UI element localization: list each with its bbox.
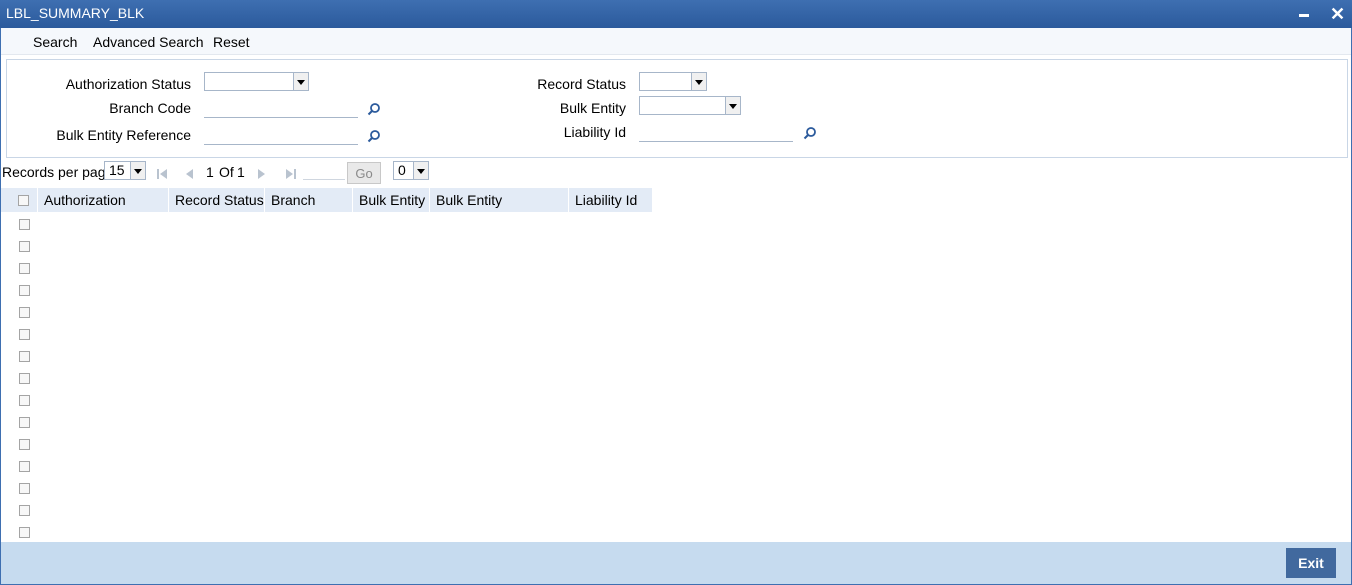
- goto-select[interactable]: 0: [393, 161, 429, 180]
- column-bulk-entity-reference[interactable]: Bulk Entity Reference: [430, 188, 569, 233]
- title-bar: LBL_SUMMARY_BLK ✕: [0, 0, 1352, 28]
- of-label: Of: [219, 164, 234, 180]
- current-page: 1: [206, 164, 214, 180]
- footer-bar: Exit: [1, 542, 1351, 584]
- liability-id-search-icon[interactable]: [803, 126, 817, 140]
- chevron-down-icon: [293, 73, 308, 90]
- table-row[interactable]: [1, 235, 1351, 258]
- liability-id-label: Liability Id: [563, 124, 626, 140]
- row-checkbox[interactable]: [19, 461, 30, 472]
- go-button[interactable]: Go: [347, 162, 381, 184]
- exit-button[interactable]: Exit: [1286, 548, 1336, 578]
- last-page-icon[interactable]: [285, 168, 297, 180]
- row-checkbox[interactable]: [19, 373, 30, 384]
- branch-code-search-icon[interactable]: [367, 102, 381, 116]
- chevron-down-icon: [725, 97, 740, 114]
- table-row[interactable]: [1, 213, 1351, 236]
- chevron-down-icon: [691, 73, 706, 90]
- row-checkbox[interactable]: [19, 439, 30, 450]
- column-authorization-status[interactable]: Authorization Status: [38, 188, 169, 233]
- records-per-page-label: Records per page: [2, 164, 114, 180]
- select-all-checkbox[interactable]: [18, 195, 29, 206]
- previous-page-icon[interactable]: [184, 168, 194, 180]
- column-bulk-entity[interactable]: Bulk Entity: [353, 188, 430, 212]
- row-checkbox[interactable]: [19, 263, 30, 274]
- row-checkbox[interactable]: [19, 395, 30, 406]
- first-page-icon[interactable]: [156, 168, 168, 180]
- branch-code-input[interactable]: [204, 99, 358, 118]
- column-liability-id[interactable]: Liability Id: [569, 188, 653, 212]
- bulk-entity-select[interactable]: [639, 96, 741, 115]
- table-row[interactable]: [1, 411, 1351, 434]
- chevron-down-icon: [413, 162, 428, 179]
- reset-menu-item[interactable]: Reset: [213, 34, 250, 50]
- select-all-header: [1, 188, 38, 212]
- row-checkbox[interactable]: [19, 219, 30, 230]
- pagination-bar: Records per page 15 1 Of 1 Go 0: [0, 159, 1352, 187]
- row-checkbox[interactable]: [19, 329, 30, 340]
- row-checkbox[interactable]: [19, 505, 30, 516]
- row-checkbox[interactable]: [19, 241, 30, 252]
- goto-page-input[interactable]: [303, 179, 345, 180]
- advanced-search-menu-item[interactable]: Advanced Search: [93, 34, 204, 50]
- records-per-page-select[interactable]: 15: [104, 161, 146, 180]
- record-status-select[interactable]: [639, 72, 707, 91]
- column-branch-code[interactable]: Branch Code: [265, 188, 353, 233]
- table-row[interactable]: [1, 257, 1351, 280]
- row-checkbox[interactable]: [19, 527, 30, 538]
- table-row[interactable]: [1, 499, 1351, 522]
- authorization-status-select[interactable]: [204, 72, 309, 91]
- results-table-header: Authorization Status Record Status Branc…: [1, 188, 1351, 233]
- row-checkbox[interactable]: [19, 351, 30, 362]
- table-row[interactable]: [1, 345, 1351, 368]
- row-checkbox[interactable]: [19, 285, 30, 296]
- total-pages: 1: [237, 164, 245, 180]
- row-checkbox[interactable]: [19, 417, 30, 428]
- liability-id-input[interactable]: [639, 123, 793, 142]
- bulk-entity-reference-search-icon[interactable]: [367, 129, 381, 143]
- authorization-status-label: Authorization Status: [65, 76, 191, 92]
- bulk-entity-label: Bulk Entity: [559, 100, 626, 116]
- bulk-entity-reference-label: Bulk Entity Reference: [56, 127, 191, 143]
- table-row[interactable]: [1, 367, 1351, 390]
- table-row[interactable]: [1, 389, 1351, 412]
- row-checkbox[interactable]: [19, 483, 30, 494]
- table-row[interactable]: [1, 477, 1351, 500]
- branch-code-label: Branch Code: [109, 100, 191, 116]
- table-row[interactable]: [1, 433, 1351, 456]
- record-status-label: Record Status: [537, 76, 626, 92]
- next-page-icon[interactable]: [257, 168, 267, 180]
- row-checkbox[interactable]: [19, 307, 30, 318]
- chevron-down-icon: [130, 162, 145, 179]
- close-icon[interactable]: ✕: [1330, 5, 1345, 23]
- bulk-entity-reference-input[interactable]: [204, 126, 358, 145]
- menu-bar: Search Advanced Search Reset: [1, 28, 1351, 55]
- table-row[interactable]: [1, 323, 1351, 346]
- table-row[interactable]: [1, 301, 1351, 324]
- column-record-status[interactable]: Record Status: [169, 188, 265, 212]
- table-row[interactable]: [1, 279, 1351, 302]
- table-row[interactable]: [1, 521, 1351, 544]
- table-row[interactable]: [1, 455, 1351, 478]
- minimize-icon[interactable]: [1299, 14, 1309, 17]
- window-title: LBL_SUMMARY_BLK: [6, 5, 145, 21]
- search-menu-item[interactable]: Search: [33, 34, 77, 50]
